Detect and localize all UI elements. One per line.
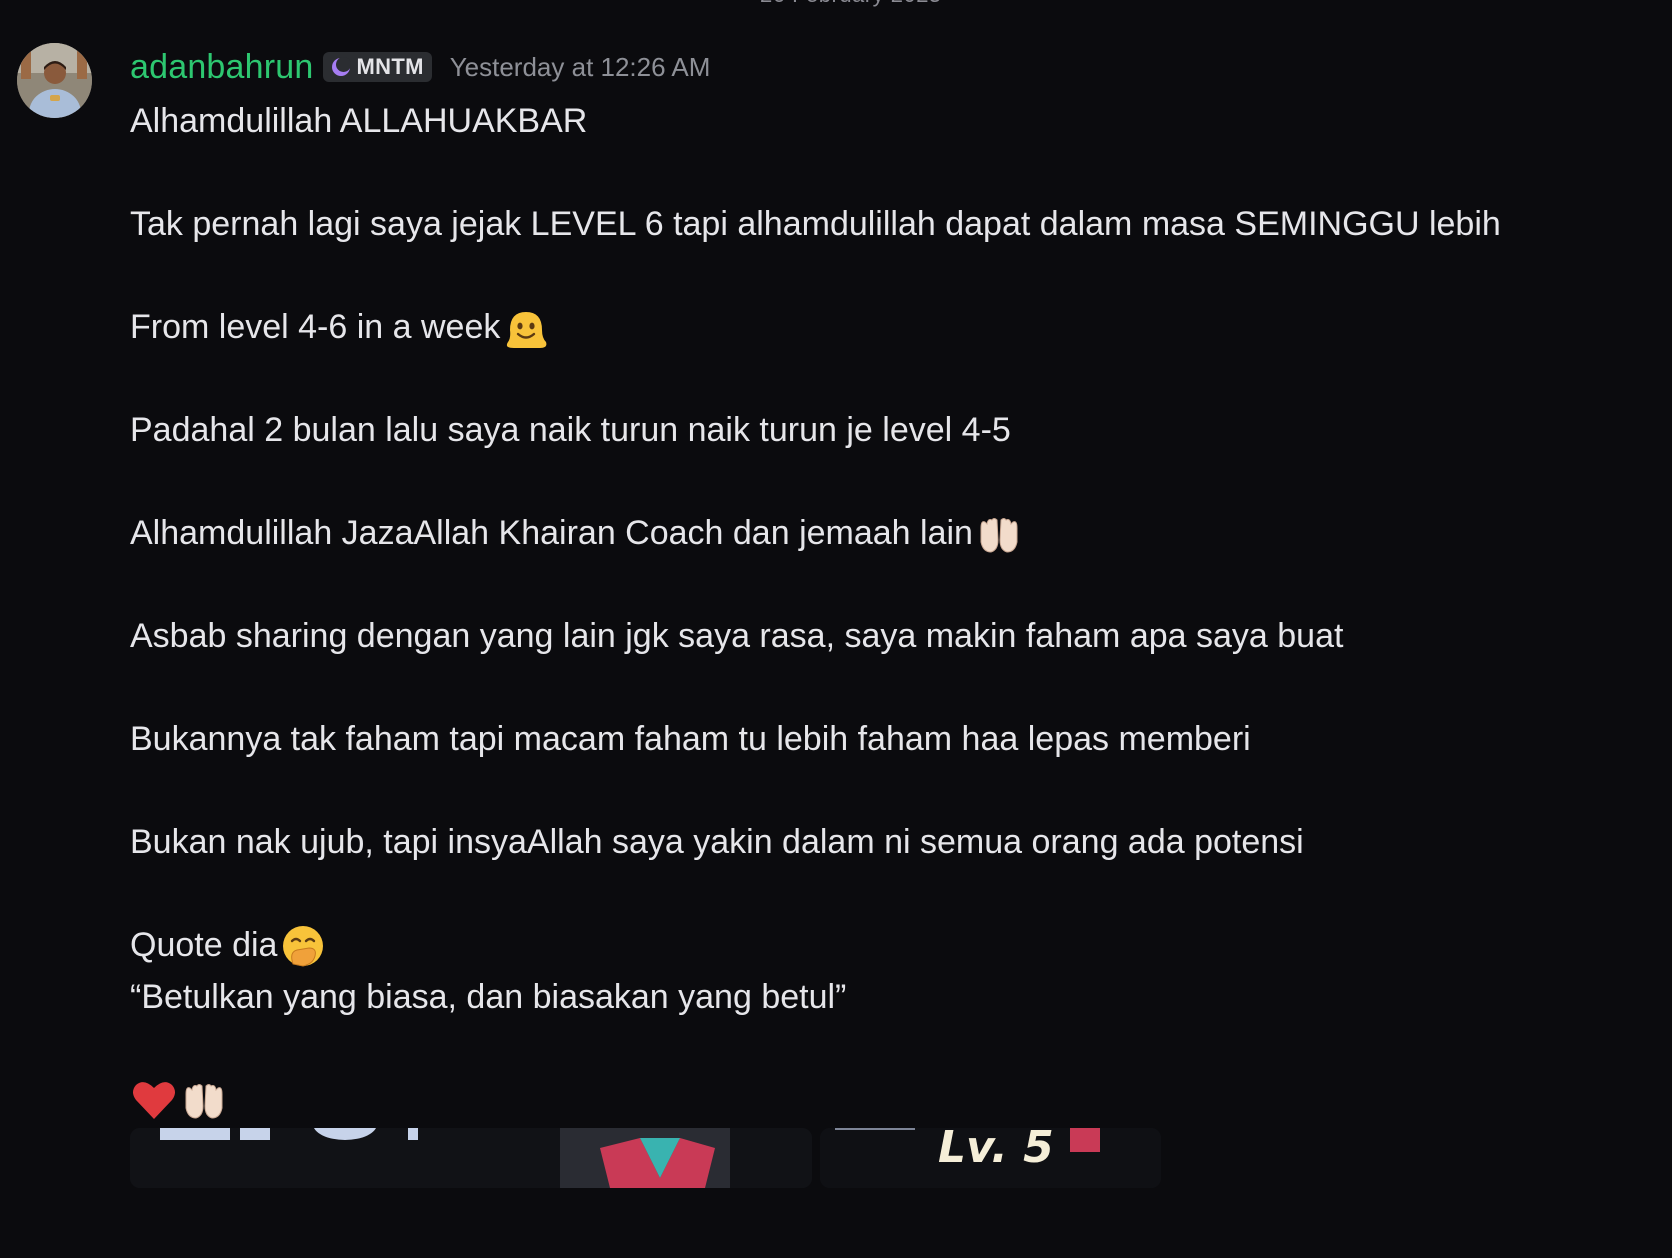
message-line: Bukannya tak faham tapi macam faham tu l… (130, 720, 1251, 758)
face-with-hand-over-mouth-emoji (279, 922, 327, 970)
avatar-photo (17, 43, 92, 118)
message-line: Padahal 2 bulan lalu saya naik turun nai… (130, 411, 1011, 449)
moon-icon (331, 57, 351, 76)
level-image-2-graphic: Lv. 5 (820, 1128, 1161, 1188)
message-timestamp[interactable]: Yesterday at 12:26 AM (450, 52, 711, 83)
melting-face-emoji (502, 304, 550, 352)
author-name[interactable]: adanbahrun (130, 48, 314, 87)
level-image-1-graphic (130, 1128, 812, 1188)
palms-up-together-emoji (180, 1076, 228, 1124)
message-line: “Betulkan yang biasa, dan biasakan yang … (130, 977, 847, 1016)
message-header: adanbahrun MNTM Yesterday at 12:26 AM (130, 44, 710, 90)
message-line: Quote dia (130, 920, 1560, 972)
message-line: From level 4-6 in a week (130, 302, 1560, 354)
role-tag[interactable]: MNTM (322, 52, 432, 82)
message-line: Asbab sharing dengan yang lain jgk saya … (130, 617, 1344, 655)
message-line (130, 1075, 1560, 1127)
message-line: Bukan nak ujub, tapi insyaAllah saya yak… (130, 823, 1304, 861)
date-divider: 26 February 2025 (760, 0, 942, 8)
palms-up-together-emoji (975, 510, 1023, 558)
message-line: Alhamdulillah JazaAllah Khairan Coach da… (130, 508, 1560, 560)
red-heart-emoji (130, 1076, 178, 1124)
role-tag-label: MNTM (356, 54, 424, 79)
level-image-2[interactable]: Lv. 5 (820, 1128, 1161, 1188)
level-image-2-label: Lv. 5 (938, 1128, 1054, 1173)
message-line: Alhamdulillah ALLAHUAKBAR (130, 102, 588, 140)
message-content: Alhamdulillah ALLAHUAKBAR Tak pernah lag… (130, 96, 1560, 1126)
level-image-1[interactable] (130, 1128, 812, 1188)
message-line: Tak pernah lagi saya jejak LEVEL 6 tapi … (130, 205, 1501, 243)
avatar[interactable] (17, 43, 92, 118)
